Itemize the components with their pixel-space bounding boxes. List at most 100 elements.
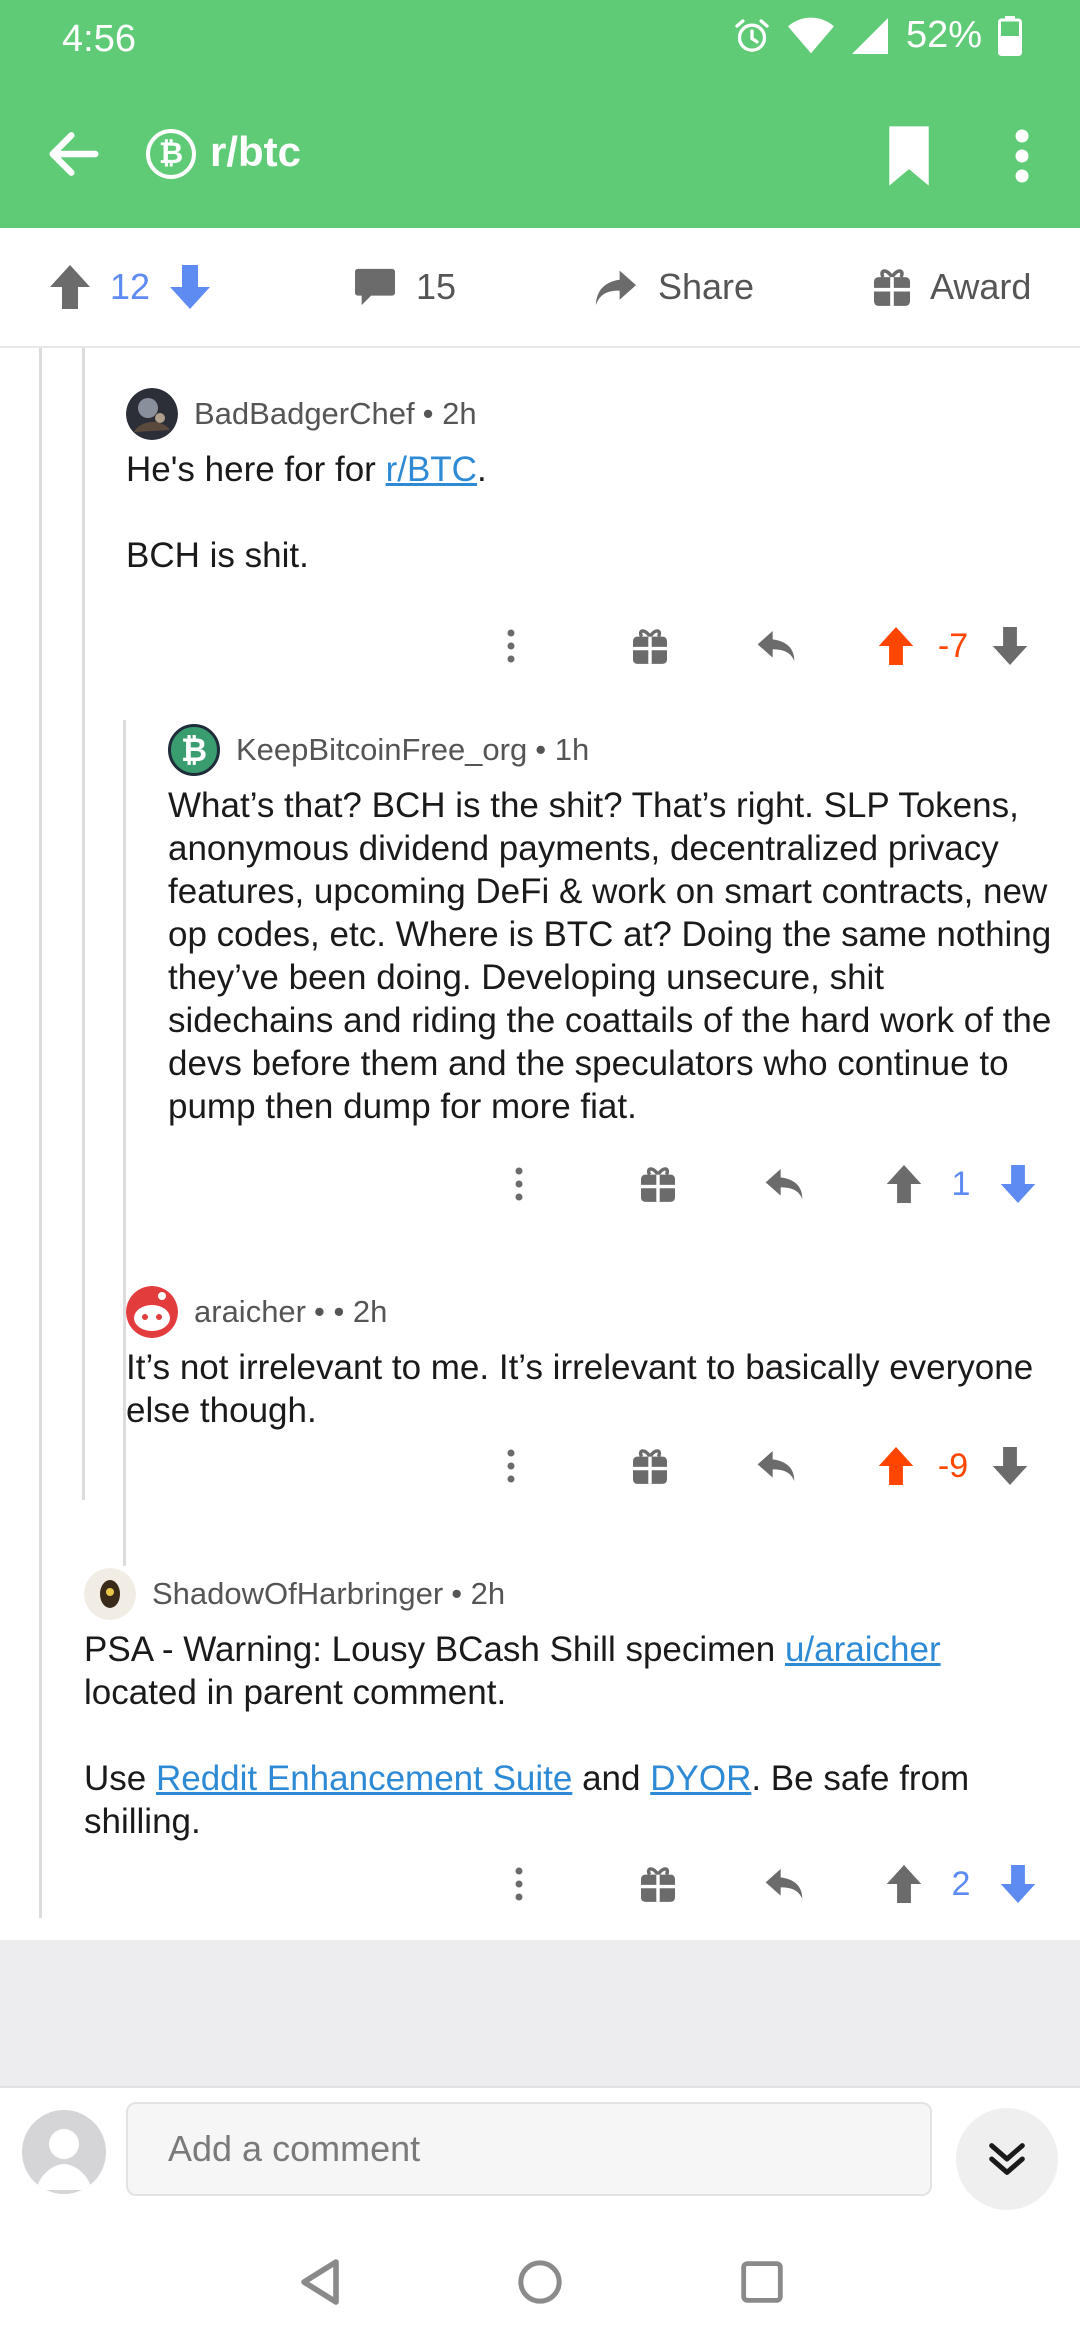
comment-text: What’s that? BCH is the shit? That’s rig… [168,786,1052,1126]
user-avatar[interactable] [84,1568,136,1620]
comment-text: . [476,450,487,489]
comments-count: 15 [416,266,457,307]
comment: araicher • • 2h It’s not irrelevant to m… [126,1284,1046,1432]
subreddit-icon: ₿ [146,129,196,179]
downvote-icon[interactable] [1000,1865,1036,1903]
upvote-icon[interactable] [878,627,914,665]
subreddit-link[interactable]: r/BTC [386,450,477,489]
res-link[interactable]: Reddit Enhancement Suite [156,1759,572,1798]
comment-reply-button[interactable] [754,616,798,676]
more-vertical-icon [507,629,515,663]
user-avatar[interactable] [126,388,178,440]
current-user-avatar[interactable] [22,2110,106,2194]
comment-header: ₿ KeepBitcoinFree_org • 1h [168,722,1058,778]
upvote-icon[interactable] [878,1447,914,1485]
comment-more-button[interactable] [504,1154,534,1214]
downvote-icon[interactable] [1000,1165,1036,1203]
upvote-icon[interactable] [50,265,90,309]
comment-thread: BadBadgerChef • 2h He's here for for r/B… [0,348,1080,1938]
wifi-icon [787,17,834,53]
share-button[interactable]: Share [594,228,754,346]
reply-arrow-icon [757,1451,795,1481]
subreddit-name[interactable]: r/btc [210,128,301,176]
comment-meta: • 2h [422,396,477,431]
award-label: Award [930,266,1032,307]
gift-icon [641,1167,675,1202]
comment-award-button[interactable] [638,1154,678,1214]
comment-text: and [572,1759,651,1798]
comments-button[interactable]: 15 [354,228,456,346]
comment-reply-button[interactable] [762,1854,806,1914]
share-arrow-icon [596,270,636,306]
user-link[interactable]: u/araicher [785,1630,941,1669]
comment-reply-button[interactable] [754,1436,798,1496]
comment-reply-button[interactable] [762,1154,806,1214]
thread-line [82,348,85,1500]
comment-score: -9 [937,1446,969,1485]
post-vote-score: 12 [110,266,151,307]
comment-actions: 1 [478,1154,1068,1214]
award-button[interactable]: Award [874,228,1031,346]
comment-header: ShadowOfHarbringer • 2h [84,1566,1044,1622]
comment-author[interactable]: ShadowOfHarbringer [152,1576,443,1612]
gift-icon [633,629,667,664]
user-avatar[interactable] [126,1286,178,1338]
alarm-icon [735,18,769,52]
comment-text: located in parent comment. [84,1673,507,1712]
thread-end-spacer [0,1940,1080,2086]
comment-more-button[interactable] [496,1436,526,1496]
comment-text: It’s not irrelevant to me. It’s irreleva… [126,1348,1034,1430]
nav-home-button[interactable] [510,2252,570,2312]
comment-author[interactable]: BadBadgerChef [194,396,415,432]
downvote-icon[interactable] [992,627,1028,665]
more-vertical-icon [1015,129,1029,183]
comment-author[interactable]: KeepBitcoinFree_org [236,732,527,768]
jump-to-bottom-button[interactable] [956,2108,1058,2210]
reply-arrow-icon [765,1869,803,1899]
comment-author[interactable]: araicher [194,1294,306,1330]
status-bar: 4:56 52% [0,0,1080,80]
comment-award-button[interactable] [638,1854,678,1914]
circle-home-icon [518,2260,562,2304]
double-chevron-down-icon [989,2143,1025,2175]
dyor-link[interactable]: DYOR [650,1759,751,1798]
comment-more-button[interactable] [504,1854,534,1914]
square-recents-icon [741,2261,783,2303]
comment-score: -7 [937,626,969,665]
downvote-icon[interactable] [170,265,211,309]
app-bar: ₿ r/btc [0,80,1080,228]
comment-bubble-icon [355,268,395,306]
comment: BadBadgerChef • 2h He's here for for r/B… [126,386,1046,577]
comment-award-button[interactable] [630,616,670,676]
upvote-icon[interactable] [886,1865,922,1903]
post-vote-group: 12 [50,228,211,346]
downvote-icon[interactable] [992,1447,1028,1485]
back-button[interactable] [42,122,106,186]
comment-header: BadBadgerChef • 2h [126,386,1046,442]
comment-award-button[interactable] [630,1436,670,1496]
battery-icon [998,15,1022,56]
share-label: Share [658,266,755,307]
triangle-back-icon [301,2259,339,2305]
comment-vote-group: 2 [886,1854,1036,1914]
thread-line [123,720,126,1566]
more-options-button[interactable] [1000,126,1044,186]
more-vertical-icon [515,1167,523,1201]
upvote-icon[interactable] [886,1165,922,1203]
comment-meta: • 2h [451,1576,506,1611]
comment-text: He's here for for [126,450,386,489]
nav-back-button[interactable] [290,2252,350,2312]
post-action-bar: 12 15 Share Award [0,228,1080,348]
battery-percent: 52% [905,14,982,56]
user-avatar[interactable]: ₿ [168,724,220,776]
bookmark-button[interactable] [886,126,932,186]
comment-score: 1 [951,1164,971,1203]
comment-more-button[interactable] [496,616,526,676]
status-time: 4:56 [62,18,136,60]
comment-body: PSA - Warning: Lousy BCash Shill specime… [84,1628,1044,1843]
comment-body: He's here for for r/BTC. BCH is shit. [126,448,1046,577]
nav-recents-button[interactable] [732,2252,792,2312]
bookmark-icon [889,126,929,186]
gift-icon [633,1449,667,1484]
add-comment-input[interactable]: Add a comment [126,2102,932,2196]
